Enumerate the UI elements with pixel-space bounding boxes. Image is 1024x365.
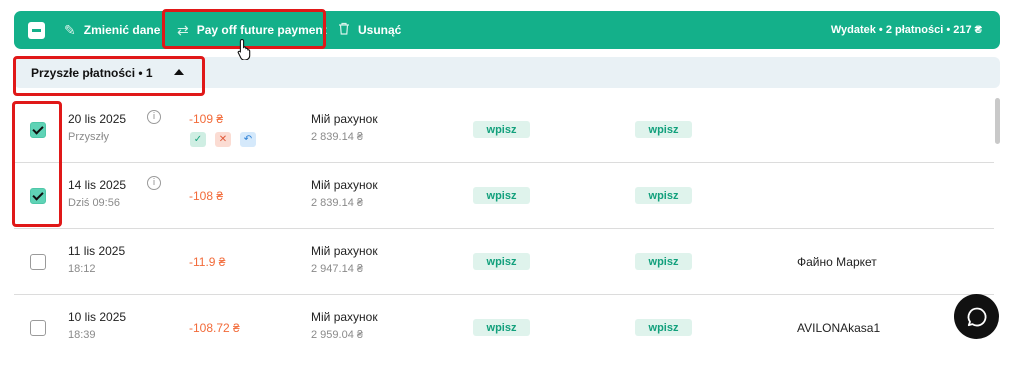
row-amount: -11.9 ₴ xyxy=(189,255,226,269)
hand-cursor-icon xyxy=(237,38,251,60)
comment-tag[interactable]: wpisz xyxy=(635,319,692,336)
row-account: Мій рахунок xyxy=(311,310,378,324)
row-subtext: 18:39 xyxy=(68,329,96,341)
row-account: Мій рахунок xyxy=(311,112,378,126)
edit-button[interactable]: ✎ Zmienić dane xyxy=(64,11,160,49)
transaction-row[interactable]: 14 lis 2025 Dziś 09:56 i -108 ₴ Мій раху… xyxy=(14,164,994,229)
category-tag[interactable]: wpisz xyxy=(473,121,530,138)
row-amount: -108 ₴ xyxy=(189,189,224,203)
transaction-row[interactable]: 20 lis 2025 Przyszły i -109 ₴ ✓ ✕ ↶ Мій … xyxy=(14,98,994,163)
row-balance: 2 947.14 ₴ xyxy=(311,263,363,275)
pencil-icon: ✎ xyxy=(64,21,76,38)
selection-toolbar: ✎ Zmienić dane ⇄ Pay off future payment … xyxy=(14,11,1000,49)
comment-tag[interactable]: wpisz xyxy=(635,187,692,204)
category-tag[interactable]: wpisz xyxy=(473,319,530,336)
row-amount: -109 ₴ xyxy=(189,112,224,126)
transaction-row[interactable]: 11 lis 2025 18:12 -11.9 ₴ Мій рахунок 2 … xyxy=(14,230,994,295)
confirm-icon[interactable]: ✓ xyxy=(190,132,206,147)
row-payee: Файно Маркет xyxy=(797,255,877,269)
row-amount: -108.72 ₴ xyxy=(189,321,240,335)
row-date: 11 lis 2025 xyxy=(68,244,126,258)
row-date: 10 lis 2025 xyxy=(68,310,127,324)
row-balance: 2 839.14 ₴ xyxy=(311,197,363,209)
transfer-arrows-icon: ⇄ xyxy=(177,21,189,38)
row-checkbox[interactable] xyxy=(30,254,46,270)
undo-icon[interactable]: ↶ xyxy=(240,132,256,147)
category-tag[interactable]: wpisz xyxy=(473,187,530,204)
transaction-row[interactable]: 10 lis 2025 18:39 -108.72 ₴ Мій рахунок … xyxy=(14,296,994,361)
row-date: 14 lis 2025 xyxy=(68,178,127,192)
pay-off-label: Pay off future payment xyxy=(196,23,327,37)
group-label: Przyszłe płatności • 1 xyxy=(31,65,153,80)
row-checkbox[interactable] xyxy=(30,188,46,204)
row-payee: AVILONAkasa1 xyxy=(797,321,881,335)
row-subtext: Przyszły xyxy=(68,131,109,143)
row-account: Мій рахунок xyxy=(311,244,378,258)
delete-label: Usunąć xyxy=(358,23,402,37)
row-checkbox[interactable] xyxy=(30,320,46,336)
info-icon[interactable]: i xyxy=(147,176,161,190)
category-tag[interactable]: wpisz xyxy=(473,253,530,270)
chat-button[interactable] xyxy=(954,294,999,339)
delete-button[interactable]: Usunąć xyxy=(338,11,401,49)
comment-tag[interactable]: wpisz xyxy=(635,253,692,270)
scrollbar[interactable] xyxy=(995,98,1000,144)
row-subtext: Dziś 09:56 xyxy=(68,197,120,209)
comment-tag[interactable]: wpisz xyxy=(635,121,692,138)
edit-label: Zmienić dane xyxy=(83,23,161,37)
row-date: 20 lis 2025 xyxy=(68,112,127,126)
chat-bubble-icon xyxy=(967,307,986,326)
selection-summary: Wydatek • 2 płatności • 217 ₴ xyxy=(830,24,982,36)
row-subtext: 18:12 xyxy=(68,263,96,275)
caret-up-icon[interactable] xyxy=(174,69,184,75)
future-payment-actions: ✓ ✕ ↶ xyxy=(190,132,256,147)
row-balance: 2 959.04 ₴ xyxy=(311,329,363,341)
row-checkbox[interactable] xyxy=(30,122,46,138)
future-payments-group-header[interactable]: Przyszłe płatności • 1 xyxy=(14,57,1000,88)
row-balance: 2 839.14 ₴ xyxy=(311,131,363,143)
select-all-checkbox[interactable] xyxy=(28,22,45,39)
row-account: Мій рахунок xyxy=(311,178,378,192)
cancel-icon[interactable]: ✕ xyxy=(215,132,231,147)
info-icon[interactable]: i xyxy=(147,110,161,124)
trash-icon xyxy=(338,22,350,38)
